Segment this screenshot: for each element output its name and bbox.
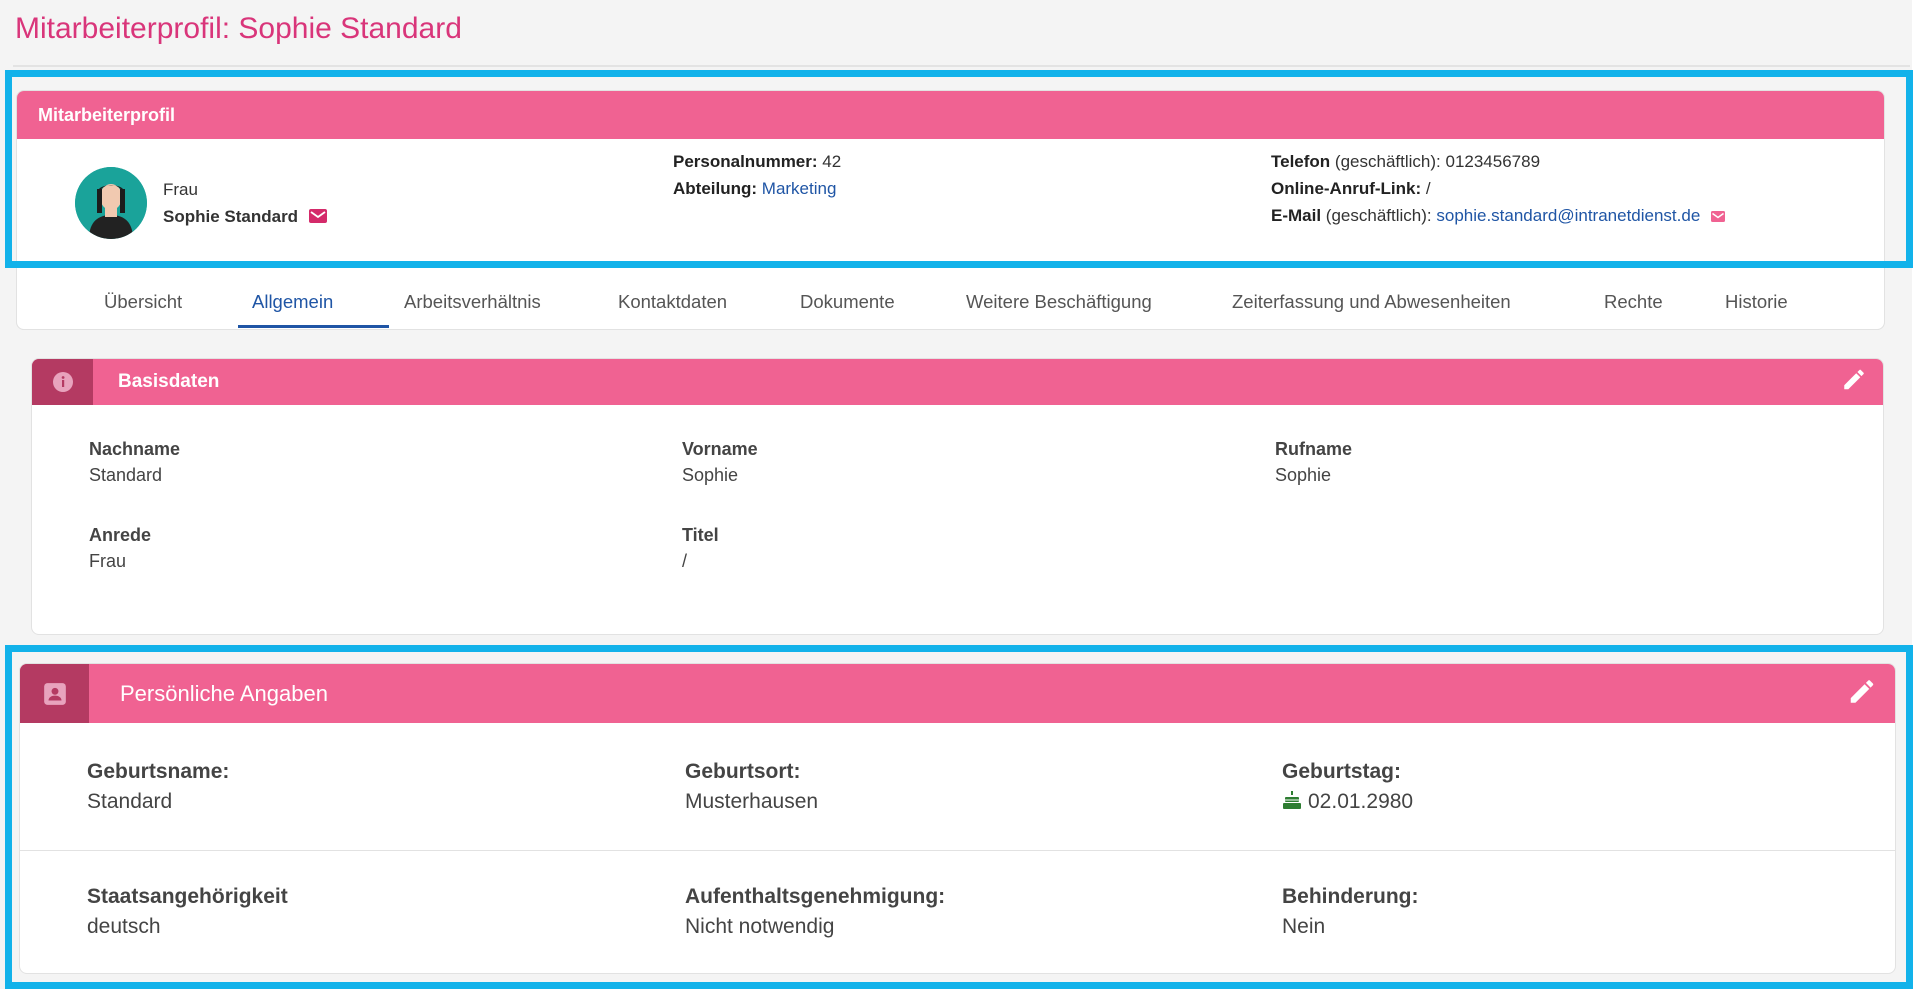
tab-weitere-beschaeftigung[interactable]: Weitere Beschäftigung (966, 276, 1152, 328)
field-label: Aufenthaltsgenehmigung: (685, 885, 946, 908)
telefon-label: Telefon (1271, 152, 1331, 171)
tab-kontaktdaten[interactable]: Kontaktdaten (618, 276, 727, 328)
field-titel: Titel / (682, 522, 719, 574)
field-value: 02.01.2980 (1308, 790, 1414, 813)
mail-icon[interactable] (308, 204, 327, 231)
field-label: Vorname (682, 439, 758, 459)
field-label: Anrede (89, 525, 152, 545)
field-label: Nachname (89, 439, 181, 459)
field-staatsangehoerigkeit: Staatsangehörigkeit deutsch (87, 882, 288, 942)
tab-dokumente[interactable]: Dokumente (800, 276, 895, 328)
tab-bar: Übersicht Allgemein Arbeitsverhältnis Ko… (16, 276, 1885, 330)
email-link[interactable]: sophie.standard@intranetdienst.de (1436, 206, 1700, 225)
active-tab-indicator (238, 325, 389, 328)
field-value: Standard (89, 465, 163, 485)
field-aufenthaltsgenehmigung: Aufenthaltsgenehmigung: Nicht notwendig (685, 882, 945, 942)
section-divider (20, 850, 1895, 851)
abteilung-label: Abteilung: (673, 179, 758, 198)
field-value: Standard (87, 790, 173, 813)
avatar-icon (75, 167, 147, 239)
profile-identity: Frau Sophie Standard (163, 176, 327, 231)
field-value: Sophie (682, 465, 739, 485)
field-value: Nicht notwendig (685, 915, 835, 938)
field-geburtstag: Geburtstag: 02.01.2980 (1282, 757, 1413, 819)
profile-card-header: Mitarbeiterprofil (17, 91, 1884, 139)
tab-rechte[interactable]: Rechte (1604, 276, 1663, 328)
field-vorname: Vorname Sophie (682, 436, 758, 488)
field-label: Behinderung: (1282, 885, 1419, 908)
field-anrede: Anrede Frau (89, 522, 151, 574)
basisdaten-section: Basisdaten Nachname Standard Vorname Sop… (31, 358, 1884, 635)
field-value: deutsch (87, 915, 161, 938)
basisdaten-title: Basisdaten (118, 371, 220, 392)
edit-pencil-icon[interactable] (1847, 676, 1877, 711)
title-divider (13, 65, 1910, 67)
online-label: Online-Anruf-Link: (1271, 179, 1422, 198)
field-label: Geburtsort: (685, 760, 801, 783)
page-title: Mitarbeiterprofil: Sophie Standard (15, 12, 462, 45)
persoenliche-angaben-section: Persönliche Angaben Geburtsname: Standar… (19, 663, 1896, 974)
field-label: Rufname (1275, 439, 1353, 459)
email-label: E-Mail (1271, 206, 1322, 225)
field-label: Geburtstag: (1282, 760, 1402, 783)
profile-org: Personalnummer: 42 Abteilung: Marketing (673, 148, 841, 202)
cake-icon (1282, 789, 1302, 819)
field-label: Staatsangehörigkeit (87, 885, 288, 908)
tab-arbeitsverhaeltnis[interactable]: Arbeitsverhältnis (404, 276, 541, 328)
mail-icon[interactable] (1711, 203, 1726, 230)
field-value: / (682, 551, 688, 571)
personalnummer-value: 42 (822, 152, 842, 171)
telefon-note: (geschäftlich): (1334, 152, 1441, 171)
persoenliche-angaben-title: Persönliche Angaben (120, 681, 328, 706)
tab-historie[interactable]: Historie (1725, 276, 1788, 328)
basisdaten-header: Basisdaten (32, 359, 1883, 405)
abteilung-link[interactable]: Marketing (762, 179, 837, 198)
field-nachname: Nachname Standard (89, 436, 180, 488)
edit-pencil-icon[interactable] (1841, 367, 1867, 398)
persoenliche-angaben-header: Persönliche Angaben (20, 664, 1895, 723)
field-geburtsname: Geburtsname: Standard (87, 757, 229, 817)
field-rufname: Rufname Sophie (1275, 436, 1352, 488)
tab-allgemein[interactable]: Allgemein (252, 276, 333, 328)
online-value: / (1425, 179, 1431, 198)
profile-salutation: Frau (163, 180, 198, 199)
field-value: Frau (89, 551, 127, 571)
field-value: Musterhausen (685, 790, 819, 813)
contact-card-icon (20, 664, 89, 723)
field-value: Nein (1282, 915, 1326, 938)
profile-name: Sophie Standard (163, 207, 299, 226)
email-note: (geschäftlich): (1325, 206, 1432, 225)
info-icon (32, 359, 93, 405)
field-value: Sophie (1275, 465, 1332, 485)
field-label: Titel (682, 525, 719, 545)
field-behinderung: Behinderung: Nein (1282, 882, 1419, 942)
tab-uebersicht[interactable]: Übersicht (104, 276, 182, 328)
field-geburtsort: Geburtsort: Musterhausen (685, 757, 818, 817)
tab-zeiterfassung[interactable]: Zeiterfassung und Abwesenheiten (1232, 276, 1511, 328)
field-label: Geburtsname: (87, 760, 230, 783)
telefon-value: 0123456789 (1445, 152, 1541, 171)
personalnummer-label: Personalnummer: (673, 152, 818, 171)
profile-contact: Telefon (geschäftlich): 0123456789 Onlin… (1271, 148, 1726, 230)
